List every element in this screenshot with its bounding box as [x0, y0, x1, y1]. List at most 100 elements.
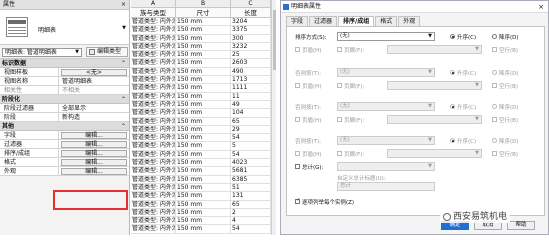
table-row[interactable]: 管道类型: 内外涂 150 mm 25 [131, 51, 271, 60]
sort1-header-checkbox[interactable] [295, 47, 300, 52]
table-cell[interactable]: 54 [231, 134, 271, 142]
table-cell[interactable]: 4 [231, 217, 271, 225]
table-cell[interactable]: 150 mm [176, 134, 231, 142]
table-row[interactable]: 管道类型: 内外涂 150 mm 2 [131, 208, 271, 218]
table-row[interactable]: 管道类型: 内外涂 150 mm 3204 [131, 18, 271, 27]
table-row[interactable]: 管道类型: 内外涂 150 mm 490 [131, 67, 271, 77]
table-cell[interactable]: 11 [231, 92, 271, 100]
sort4-ascending-radio[interactable] [450, 138, 455, 143]
property-group-header[interactable]: 阶段化 ⌃ [0, 95, 129, 104]
table-row[interactable]: 管道类型: 内外涂 150 mm 5 [131, 142, 271, 151]
sort4-footer-checkbox[interactable] [337, 151, 342, 156]
table-cell[interactable]: 29 [231, 125, 271, 134]
property-edit-button[interactable]: 编辑... [61, 150, 127, 157]
property-group-header[interactable]: 标识数据 ⌃ [0, 59, 129, 68]
table-cell[interactable]: 管道类型: 内外涂 [131, 67, 176, 76]
table-row[interactable]: 管道类型: 内外涂 150 mm 29 [131, 125, 271, 135]
table-cell[interactable]: 管道类型: 内外涂 [131, 84, 176, 92]
dialog-tab[interactable]: 排序/成组 [338, 16, 375, 26]
property-value[interactable]: 管道明细表 [58, 77, 129, 86]
table-cell[interactable]: 131 [231, 192, 271, 200]
table-cell[interactable]: 管道类型: 内外涂 [131, 59, 176, 67]
dialog-tab[interactable]: 外观 [398, 16, 421, 26]
property-group-header[interactable]: 其他 ⌃ [0, 122, 129, 131]
column-header[interactable]: 长度 [231, 8, 271, 17]
column-letter[interactable]: B [176, 0, 231, 7]
table-cell[interactable]: 150 mm [176, 51, 231, 59]
sort2-blank-line-checkbox[interactable] [492, 83, 497, 88]
table-row[interactable]: 管道类型: 内外涂 150 mm 49 [131, 100, 271, 110]
property-value[interactable]: 新构造 [58, 113, 129, 122]
sort1-descending-radio[interactable] [492, 34, 497, 39]
table-row[interactable]: 管道类型: 内外涂 150 mm 3232 [131, 42, 271, 52]
table-row[interactable]: 管道类型: 内外涂 150 mm 54 [131, 150, 271, 160]
table-cell[interactable]: 管道类型: 内外涂 [131, 51, 176, 59]
grand-total-dropdown[interactable]: ▼ [337, 162, 435, 171]
grand-total-checkbox[interactable] [295, 164, 300, 169]
table-cell[interactable]: 管道类型: 内外涂 [131, 125, 176, 134]
instance-filter-dropdown[interactable]: 明细表: 管道明细表 ▼ [2, 48, 82, 57]
table-cell[interactable]: 管道类型: 内外涂 [131, 167, 176, 175]
edit-type-button[interactable]: 编辑类型 [86, 47, 128, 57]
table-cell[interactable]: 3204 [231, 18, 271, 26]
table-cell[interactable]: 管道类型: 内外涂 [131, 217, 176, 225]
table-cell[interactable]: 150 mm [176, 59, 231, 67]
table-cell[interactable]: 管道类型: 内外涂 [131, 225, 176, 233]
sort2-descending-radio[interactable] [492, 70, 497, 75]
custom-total-title-field[interactable]: 总计 [337, 182, 435, 191]
sort4-header-checkbox[interactable] [295, 151, 300, 156]
table-cell[interactable]: 150 mm [176, 76, 231, 84]
table-row[interactable]: 管道类型: 内外涂 150 mm 300 [131, 34, 271, 43]
table-cell[interactable]: 管道类型: 内外涂 [131, 117, 176, 125]
sort4-footer-dropdown[interactable]: ▼ [387, 149, 482, 158]
property-edit-button[interactable]: 编辑... [61, 141, 127, 148]
table-cell[interactable]: 150 mm [176, 142, 231, 150]
table-cell[interactable]: 6385 [231, 175, 271, 183]
column-header[interactable]: 尺寸 [176, 8, 231, 17]
table-cell[interactable]: 3232 [231, 42, 271, 51]
collapse-icon[interactable]: ⌃ [121, 122, 126, 131]
table-cell[interactable]: 150 mm [176, 117, 231, 125]
table-cell[interactable]: 5 [231, 142, 271, 150]
sort3-descending-radio[interactable] [492, 104, 497, 109]
table-cell[interactable]: 管道类型: 内外涂 [131, 100, 176, 109]
table-cell[interactable]: 150 mm [176, 100, 231, 109]
table-cell[interactable]: 管道类型: 内外涂 [131, 159, 176, 167]
table-cell[interactable]: 150 mm [176, 125, 231, 134]
table-cell[interactable]: 51 [231, 183, 271, 192]
schedule-scrollbar[interactable] [271, 0, 276, 235]
table-cell[interactable]: 150 mm [176, 18, 231, 26]
table-cell[interactable]: 管道类型: 内外涂 [131, 175, 176, 183]
table-row[interactable]: 管道类型: 内外涂 150 mm 5681 [131, 167, 271, 176]
table-row[interactable]: 管道类型: 内外涂 150 mm 11 [131, 92, 271, 101]
sort4-blank-line-checkbox[interactable] [492, 151, 497, 156]
table-cell[interactable]: 25 [231, 51, 271, 59]
table-row[interactable]: 管道类型: 内外涂 150 mm 54 [131, 225, 271, 234]
table-row[interactable]: 管道类型: 内外涂 150 mm 2603 [131, 59, 271, 68]
dialog-tab[interactable]: 过滤器 [309, 16, 338, 26]
table-cell[interactable]: 150 mm [176, 34, 231, 42]
sort2-footer-dropdown[interactable]: ▼ [387, 81, 482, 90]
table-cell[interactable]: 150 mm [176, 192, 231, 200]
close-icon[interactable]: × [121, 0, 126, 10]
sort3-header-checkbox[interactable] [295, 117, 300, 122]
property-value[interactable]: 不相关 [58, 86, 129, 95]
dialog-tab[interactable]: 格式 [375, 16, 398, 26]
table-cell[interactable]: 65 [231, 117, 271, 125]
table-cell[interactable]: 管道类型: 内外涂 [131, 200, 176, 208]
table-cell[interactable]: 150 mm [176, 183, 231, 192]
collapse-icon[interactable]: ⌃ [121, 95, 126, 104]
table-cell[interactable]: 管道类型: 内外涂 [131, 150, 176, 159]
table-row[interactable]: 管道类型: 内外涂 150 mm 54 [131, 134, 271, 143]
sort2-header-checkbox[interactable] [295, 83, 300, 88]
table-cell[interactable]: 300 [231, 34, 271, 42]
table-cell[interactable]: 管道类型: 内外涂 [131, 208, 176, 217]
table-cell[interactable]: 150 mm [176, 200, 231, 208]
table-cell[interactable]: 490 [231, 67, 271, 76]
table-cell[interactable]: 150 mm [176, 84, 231, 92]
table-cell[interactable]: 1713 [231, 76, 271, 84]
table-cell[interactable]: 管道类型: 内外涂 [131, 134, 176, 142]
close-icon[interactable]: × [538, 1, 544, 13]
then-by-dropdown-2[interactable]: (无) ▼ [337, 102, 435, 111]
table-cell[interactable]: 150 mm [176, 175, 231, 183]
